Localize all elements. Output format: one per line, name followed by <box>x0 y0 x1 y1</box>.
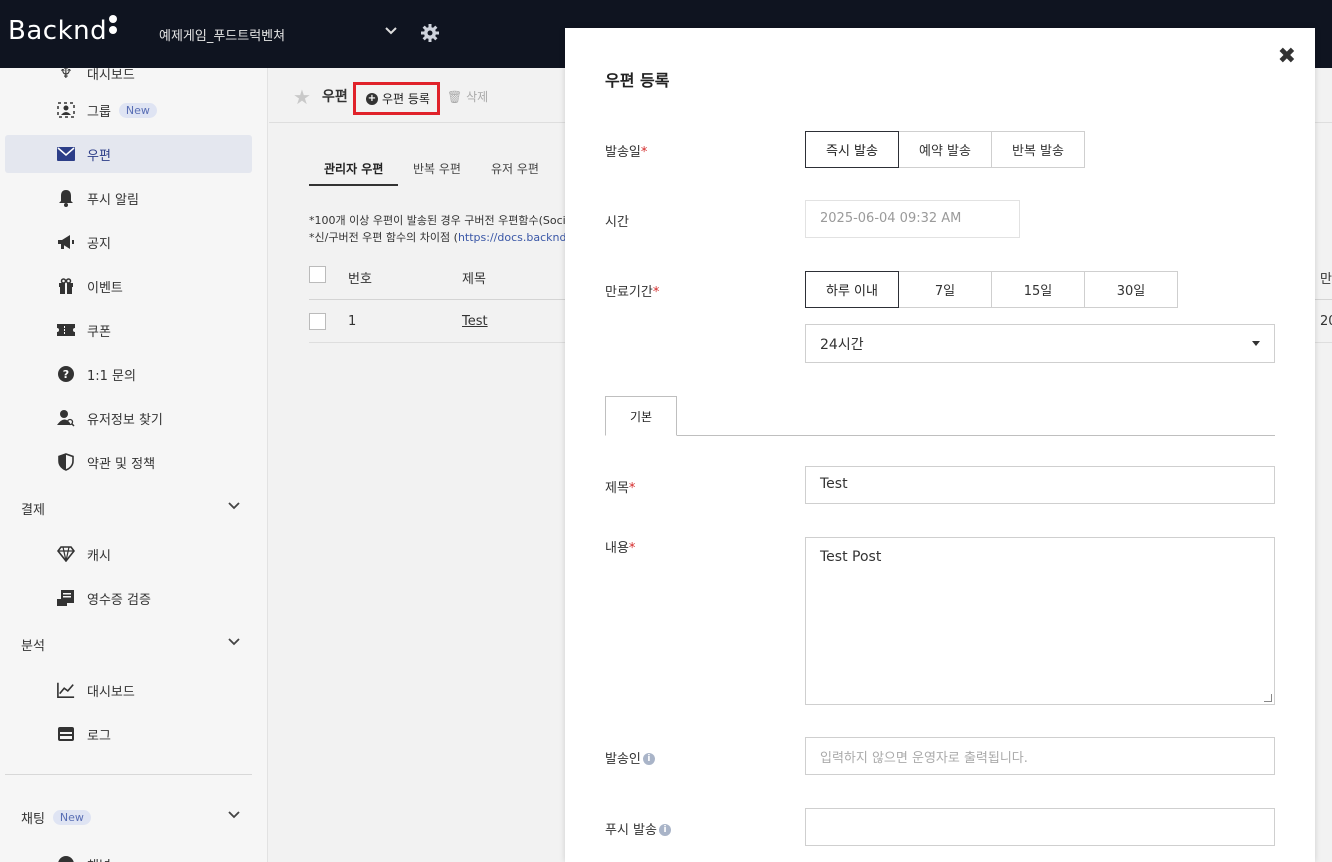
sidebar-item-mail[interactable]: 우편 <box>5 135 252 173</box>
send-repeat-option[interactable]: 반복 발송 <box>992 131 1085 168</box>
sidebar-item-dashboard[interactable]: ♆ 대시보드 <box>5 68 252 92</box>
svg-text:?: ? <box>63 368 69 381</box>
time-label: 시간 <box>605 215 629 230</box>
receipt-icon <box>57 589 75 607</box>
sidebar-item-channel[interactable]: 채널 <box>5 845 252 862</box>
register-mail-button[interactable]: + 우편 등록 <box>353 82 440 115</box>
close-icon[interactable]: ✖ <box>1278 44 1296 69</box>
send-immediate-option[interactable]: 즉시 발송 <box>805 131 899 168</box>
row-title-link[interactable]: Test <box>462 314 488 329</box>
gift-icon <box>57 277 75 295</box>
mail-icon <box>57 145 75 163</box>
notice-line-2: *신/구버전 우편 함수의 차이점 (https://docs.backnd <box>309 231 567 244</box>
sidebar-item-terms[interactable]: 약관 및 정책 <box>5 443 252 481</box>
header-title: 제목 <box>462 272 486 287</box>
chevron-down-icon[interactable] <box>384 24 398 40</box>
time-field: 2025-06-04 09:32 AM <box>805 200 1020 238</box>
notice-line-1: *100개 이상 우편이 발송된 경우 구버전 우편함수(Soci <box>309 214 566 227</box>
sidebar-item-group[interactable]: 그룹 New <box>5 91 252 129</box>
sidebar-item-log[interactable]: 로그 <box>5 715 252 753</box>
send-date-label: 발송일* <box>605 145 648 160</box>
group-icon <box>57 101 75 119</box>
send-type-segment: 즉시 발송 예약 발송 반복 발송 <box>805 131 1085 168</box>
send-scheduled-option[interactable]: 예약 발송 <box>899 131 992 168</box>
sidebar-item-receipt[interactable]: 영수증 검증 <box>5 579 252 617</box>
user-search-icon <box>57 409 75 427</box>
info-icon[interactable]: i <box>642 752 655 765</box>
sidebar-group-payment[interactable]: 결제 <box>21 498 246 518</box>
select-all-checkbox[interactable] <box>309 266 326 283</box>
caret-down-icon <box>1252 341 1260 346</box>
sidebar-item-notice[interactable]: 공지 <box>5 223 252 261</box>
sidebar-group-chat[interactable]: 채팅 New <box>21 807 246 827</box>
gear-icon[interactable] <box>420 23 440 43</box>
register-mail-modal: ✖ 우편 등록 발송일* 즉시 발송 예약 발송 반복 발송 시간 2025-0… <box>565 28 1315 862</box>
sidebar-item-event[interactable]: 이벤트 <box>5 267 252 305</box>
mail-tabs: 관리자 우편 반복 우편 유저 우편 <box>309 153 569 186</box>
subject-label: 제목* <box>605 481 636 496</box>
bell-icon <box>57 189 75 207</box>
sidebar-divider <box>5 774 252 775</box>
archive-icon <box>57 725 75 743</box>
logo[interactable]: Backnd <box>8 15 119 46</box>
channel-icon <box>57 855 75 862</box>
row-no: 1 <box>348 314 357 329</box>
tab-user-mail[interactable]: 유저 우편 <box>491 153 539 186</box>
new-badge: New <box>118 102 157 118</box>
tab-admin-mail[interactable]: 관리자 우편 <box>309 153 398 186</box>
sidebar-item-cash[interactable]: 캐시 <box>5 535 252 573</box>
docs-link[interactable]: https://docs.backnd <box>458 231 567 244</box>
form-tab-divider <box>605 435 1275 436</box>
push-label: 푸시 발송 i <box>605 819 671 838</box>
info-icon[interactable]: i <box>658 823 671 836</box>
header-partial-right: 만 <box>1320 272 1332 287</box>
expire-30day-option[interactable]: 30일 <box>1085 271 1178 308</box>
push-input[interactable] <box>805 808 1275 846</box>
resize-handle[interactable] <box>1264 694 1272 702</box>
sidebar-item-push[interactable]: 푸시 알림 <box>5 179 252 217</box>
chevron-down-icon[interactable] <box>228 808 240 822</box>
content-textarea[interactable]: Test Post <box>805 537 1275 705</box>
page-title: 우편 <box>322 89 348 105</box>
sidebar-item-user-search[interactable]: 유저정보 찾기 <box>5 399 252 437</box>
ticket-icon <box>57 321 75 339</box>
project-selector[interactable]: 예제게임_푸드트럭벤쳐 <box>159 25 285 44</box>
star-icon[interactable]: ★ <box>293 85 311 109</box>
content-label: 내용* <box>605 541 636 556</box>
tab-repeat-mail[interactable]: 반복 우편 <box>413 153 461 186</box>
sidebar: ♆ 대시보드 그룹 New 우편 푸시 알림 공지 이벤트 쿠폰 ? 1:1 문의… <box>0 68 268 862</box>
sender-label: 발송인 i <box>605 748 655 767</box>
subject-input[interactable]: Test <box>805 466 1275 504</box>
sidebar-item-dashboard-analytics[interactable]: 대시보드 <box>5 671 252 709</box>
expire-hours-select[interactable]: 24시간 <box>805 324 1275 363</box>
question-icon: ? <box>57 365 75 383</box>
shield-icon <box>57 453 75 471</box>
expire-15day-option[interactable]: 15일 <box>992 271 1085 308</box>
tab-basic[interactable]: 기본 <box>605 396 677 436</box>
chevron-down-icon[interactable] <box>228 499 240 513</box>
plus-circle-icon: + <box>366 92 378 105</box>
expire-segment: 하루 이내 7일 15일 30일 <box>805 271 1178 308</box>
sidebar-item-inquiry[interactable]: ? 1:1 문의 <box>5 355 252 393</box>
modal-title: 우편 등록 <box>605 71 670 90</box>
expire-1day-option[interactable]: 하루 이내 <box>805 271 899 308</box>
trash-icon: 🗑 <box>447 90 463 104</box>
expire-7day-option[interactable]: 7일 <box>899 271 992 308</box>
sidebar-group-analytics[interactable]: 분석 <box>21 634 246 654</box>
expire-label: 만료기간* <box>605 285 660 300</box>
chevron-down-icon[interactable] <box>228 635 240 649</box>
sidebar-item-coupon[interactable]: 쿠폰 <box>5 311 252 349</box>
diamond-icon <box>57 545 75 563</box>
row-partial-right: 20 <box>1320 314 1332 329</box>
delete-button[interactable]: 🗑 삭제 <box>447 88 488 105</box>
dashboard-icon: ♆ <box>59 68 73 82</box>
header-no: 번호 <box>348 272 372 287</box>
row-checkbox[interactable] <box>309 313 326 330</box>
megaphone-icon <box>57 233 75 251</box>
sender-input[interactable]: 입력하지 않으면 운영자로 출력됩니다. <box>805 737 1275 775</box>
new-badge: New <box>52 809 91 825</box>
chart-icon <box>57 681 75 699</box>
